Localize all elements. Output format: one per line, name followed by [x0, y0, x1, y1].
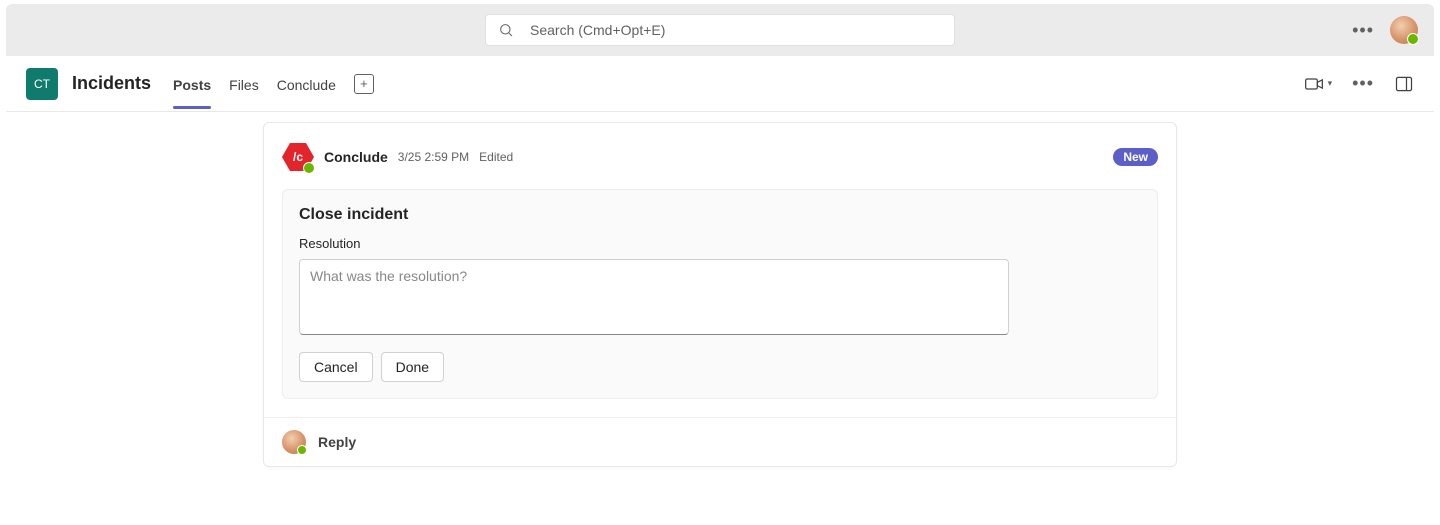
- post-author: Conclude: [324, 149, 388, 165]
- channel-header-right: ▾ •••: [1304, 73, 1414, 94]
- app-hexagon-icon: /c: [282, 143, 314, 171]
- more-icon[interactable]: •••: [1352, 20, 1374, 41]
- channel-icon: CT: [26, 68, 58, 100]
- tab-posts[interactable]: Posts: [173, 59, 211, 109]
- form-buttons: Cancel Done: [299, 352, 1141, 382]
- reply-bar[interactable]: Reply: [264, 417, 1176, 466]
- channel-title: Incidents: [72, 73, 151, 94]
- open-panel-button[interactable]: [1394, 74, 1414, 94]
- top-bar-right: •••: [1352, 16, 1418, 44]
- resolution-textarea[interactable]: [299, 259, 1009, 335]
- done-button[interactable]: Done: [381, 352, 444, 382]
- tab-conclude[interactable]: Conclude: [277, 59, 336, 109]
- reply-label: Reply: [318, 434, 356, 450]
- panel-icon: [1394, 74, 1414, 94]
- close-incident-form: Close incident Resolution Cancel Done: [282, 189, 1158, 399]
- tab-files[interactable]: Files: [229, 59, 259, 109]
- meet-button[interactable]: ▾: [1304, 74, 1333, 94]
- app-avatar: /c: [282, 141, 314, 173]
- top-bar: Search (Cmd+Opt+E) •••: [6, 4, 1434, 56]
- search-icon: [498, 22, 514, 38]
- channel-more-icon[interactable]: •••: [1352, 73, 1374, 94]
- camera-icon: [1304, 74, 1324, 94]
- user-avatar[interactable]: [1390, 16, 1418, 44]
- chevron-down-icon: ▾: [1328, 78, 1333, 89]
- search-input-container[interactable]: Search (Cmd+Opt+E): [485, 14, 955, 46]
- resolution-label: Resolution: [299, 236, 1141, 251]
- form-title: Close incident: [299, 206, 1141, 224]
- reply-avatar: [282, 430, 306, 454]
- post-header: /c Conclude 3/25 2:59 PM Edited New: [264, 123, 1176, 185]
- tabs: Posts Files Conclude +: [173, 59, 374, 109]
- cancel-button[interactable]: Cancel: [299, 352, 373, 382]
- post-edited-label: Edited: [479, 150, 513, 164]
- channel-header: CT Incidents Posts Files Conclude + ▾ ••…: [6, 56, 1434, 112]
- add-tab-icon[interactable]: +: [354, 74, 374, 94]
- content-area: /c Conclude 3/25 2:59 PM Edited New Clos…: [6, 112, 1434, 497]
- post-timestamp: 3/25 2:59 PM: [398, 150, 469, 164]
- search-placeholder: Search (Cmd+Opt+E): [530, 22, 665, 38]
- post-card: /c Conclude 3/25 2:59 PM Edited New Clos…: [263, 122, 1177, 467]
- new-badge: New: [1113, 148, 1158, 166]
